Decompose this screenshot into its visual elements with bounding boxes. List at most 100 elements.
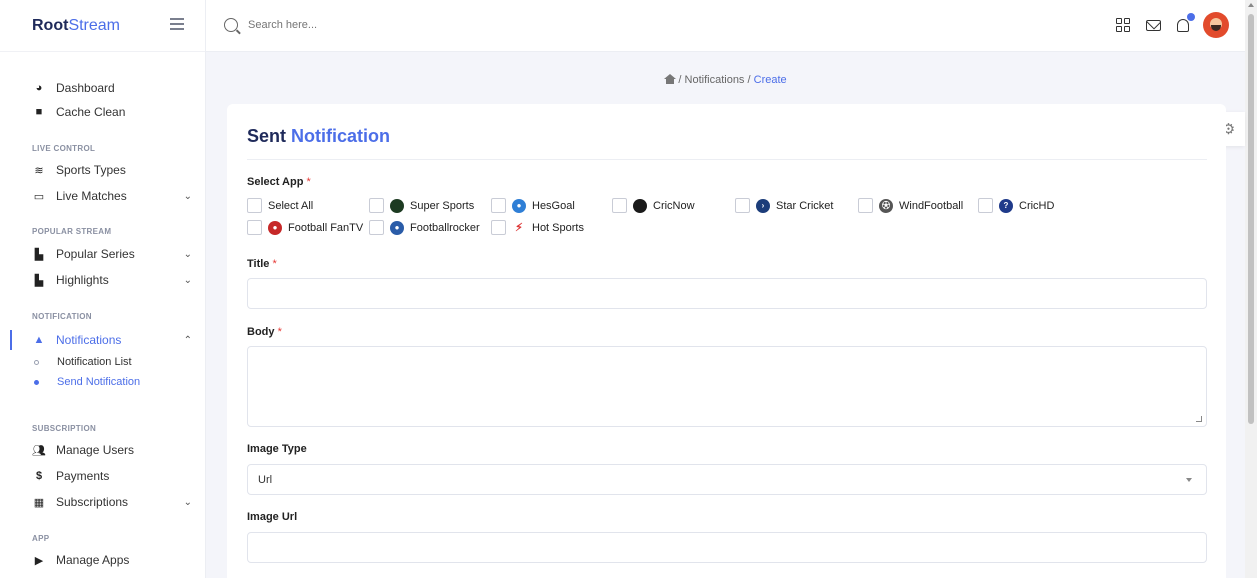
checkbox[interactable] xyxy=(858,198,873,213)
checkbox[interactable] xyxy=(369,220,384,235)
crichd-logo-icon: ? xyxy=(999,198,1013,213)
sidebar-item-dashboard[interactable]: ◕ Dashboard xyxy=(32,78,192,98)
sidebar-item-popular-series[interactable]: ▙ Popular Series ⌄ xyxy=(32,244,192,264)
image-type-selected-value: Url xyxy=(258,473,273,486)
super-sports-logo-icon xyxy=(390,198,404,213)
topbar-actions xyxy=(1101,12,1229,38)
apps-grid-icon[interactable] xyxy=(1115,17,1131,33)
sidebar-item-label: Highlights xyxy=(56,273,109,287)
resize-handle-icon[interactable] xyxy=(1196,416,1202,422)
sidebar-subitem-send-notification[interactable]: Send Notification xyxy=(32,374,140,390)
sidebar-item-manage-apps[interactable]: ▶ Manage Apps xyxy=(32,550,192,570)
search-input[interactable] xyxy=(248,19,448,31)
required-mark: * xyxy=(272,258,277,270)
app-checkbox-label: CricHD xyxy=(1019,199,1055,212)
sidebar-item-live-matches[interactable]: ▭ Live Matches ⌄ xyxy=(32,186,192,206)
sidebar-item-label: Popular Series xyxy=(56,247,135,261)
sidebar-item-manage-users[interactable]: 👥︎ Manage Users xyxy=(32,440,192,460)
page-title: Sent Notification xyxy=(247,126,390,147)
search-bar[interactable] xyxy=(224,18,448,32)
play-icon: ▶ xyxy=(34,554,44,567)
bell-icon[interactable] xyxy=(1175,13,1195,33)
image-url-input[interactable] xyxy=(247,532,1207,563)
avatar[interactable] xyxy=(1203,12,1229,38)
sidebar-item-sports-types[interactable]: ≋ Sports Types xyxy=(32,160,192,180)
sidebar-item-label: Dashboard xyxy=(56,81,115,95)
app-checkbox-label: Select All xyxy=(268,199,314,212)
app-checkbox-label: WindFootball xyxy=(899,199,964,212)
required-mark: * xyxy=(306,176,311,188)
app-checkbox-crichd[interactable]: ? CricHD xyxy=(978,198,1054,213)
app-checkbox-hesgoal[interactable]: ● HesGoal xyxy=(491,198,575,213)
file-icon: ▙ xyxy=(34,248,44,261)
sidebar-item-label: Sports Types xyxy=(56,163,126,177)
breadcrumb-notifications[interactable]: Notifications xyxy=(685,74,745,86)
body-label: Body * xyxy=(247,326,282,338)
sidebar-item-label: Notifications xyxy=(56,333,122,347)
app-checkbox-windfootball[interactable]: ⚽︎ WindFootball xyxy=(858,198,963,213)
sidebar-item-subscriptions[interactable]: ▦ Subscriptions ⌄ xyxy=(32,492,192,512)
image-type-select[interactable]: Url xyxy=(247,464,1207,495)
checkbox[interactable] xyxy=(369,198,384,213)
checkbox[interactable] xyxy=(491,198,506,213)
title-label: Title * xyxy=(247,258,277,270)
sidebar-item-payments[interactable]: $ Payments xyxy=(32,466,192,486)
sidebar-subitem-label: Notification List xyxy=(57,356,132,368)
app-checkbox-label: Star Cricket xyxy=(776,199,834,212)
section-label-app: APP xyxy=(32,534,50,543)
star-cricket-logo-icon: › xyxy=(756,198,770,213)
checkbox[interactable] xyxy=(978,198,993,213)
divider xyxy=(247,159,1207,160)
page-title-accent: Notification xyxy=(291,126,391,146)
bell-icon: ▲ xyxy=(33,334,45,346)
section-label-live-control: LIVE CONTROL xyxy=(32,144,96,153)
app-checkbox-label: CricNow xyxy=(653,199,695,212)
checkbox[interactable] xyxy=(247,198,262,213)
sidebar-item-cache-clean[interactable]: ■ Cache Clean xyxy=(32,102,192,122)
section-label-popular-stream: POPULAR STREAM xyxy=(32,227,112,236)
menu-toggle-icon[interactable] xyxy=(170,18,184,30)
home-icon[interactable] xyxy=(664,74,677,84)
select-app-label-text: Select App xyxy=(247,176,304,188)
users-icon: 👥︎ xyxy=(32,444,46,457)
section-label-subscription: SUBSCRIPTION xyxy=(32,424,97,433)
app-checkbox-label: Super Sports xyxy=(410,199,475,212)
app-checkbox-super-sports[interactable]: Super Sports xyxy=(369,198,474,213)
sidebar-item-notifications[interactable]: ▲ Notifications ⌃ xyxy=(32,330,192,350)
body-textarea[interactable] xyxy=(247,346,1207,427)
app-checkbox-football-fantv[interactable]: ● Football FanTV xyxy=(247,220,363,235)
app-checkbox-footballrocker[interactable]: ● Footballrocker xyxy=(369,220,480,235)
chevron-down-icon: ⌄ xyxy=(183,274,192,286)
app-checkbox-select-all[interactable]: Select All xyxy=(247,198,313,213)
notification-form-card: Sent Notification Select App * Select Al… xyxy=(227,104,1226,578)
title-input[interactable] xyxy=(247,278,1207,309)
image-url-label: Image Url xyxy=(247,511,298,523)
app-checkbox-cricnow[interactable]: CricNow xyxy=(612,198,695,213)
checkbox[interactable] xyxy=(735,198,750,213)
chevron-down-icon: ⌄ xyxy=(183,190,192,202)
search-icon xyxy=(224,18,238,32)
sidebar-item-highlights[interactable]: ▙ Highlights ⌄ xyxy=(32,270,192,290)
dropdown-caret-icon xyxy=(1186,478,1192,482)
checkbox[interactable] xyxy=(491,220,506,235)
sidebar-item-label: Payments xyxy=(56,469,110,483)
mail-icon[interactable] xyxy=(1145,17,1161,33)
checkbox[interactable] xyxy=(247,220,262,235)
title-label-text: Title xyxy=(247,258,270,270)
sidebar-item-label: Cache Clean xyxy=(56,105,126,119)
page-title-plain: Sent xyxy=(247,126,287,146)
page-scrollbar[interactable] xyxy=(1245,0,1257,578)
app-checkbox-star-cricket[interactable]: › Star Cricket xyxy=(735,198,833,213)
image-type-label: Image Type xyxy=(247,443,307,455)
sidebar-subitem-notification-list[interactable]: Notification List xyxy=(32,354,132,370)
bullet-icon xyxy=(34,359,39,365)
checkbox[interactable] xyxy=(612,198,627,213)
app-checkbox-hot-sports[interactable]: ⚡︎ Hot Sports xyxy=(491,220,584,235)
required-mark: * xyxy=(277,326,282,338)
app-checkbox-label: HesGoal xyxy=(532,199,575,212)
windfootball-logo-icon: ⚽︎ xyxy=(879,198,893,213)
scroll-thumb[interactable] xyxy=(1248,14,1254,424)
hesgoal-logo-icon: ● xyxy=(512,198,526,213)
active-indicator xyxy=(10,330,12,350)
scroll-up-arrow-icon[interactable] xyxy=(1248,3,1254,7)
